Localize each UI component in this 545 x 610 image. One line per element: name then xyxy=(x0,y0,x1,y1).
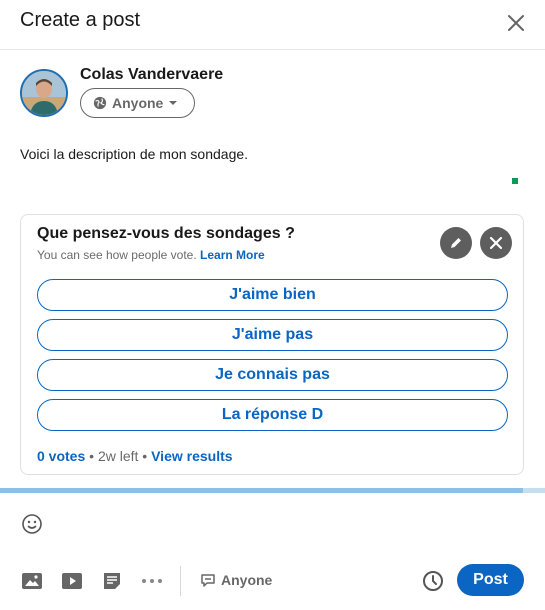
poll-subtitle: You can see how people vote. Learn More xyxy=(37,248,265,262)
more-options-button[interactable] xyxy=(140,569,164,593)
modal-title: Create a post xyxy=(20,9,141,31)
poll-option[interactable]: Je connais pas xyxy=(37,359,508,391)
view-results-link[interactable]: View results xyxy=(151,448,232,464)
poll-option[interactable]: J'aime pas xyxy=(37,319,508,351)
globe-icon xyxy=(93,96,107,110)
edit-poll-button[interactable] xyxy=(440,227,472,259)
image-icon xyxy=(22,573,42,589)
add-document-button[interactable] xyxy=(100,569,124,593)
close-button[interactable] xyxy=(500,7,532,39)
poll-card: Que pensez-vous des sondages ? You can s… xyxy=(20,214,524,475)
post-button[interactable]: Post xyxy=(457,564,524,596)
add-video-button[interactable] xyxy=(60,569,84,593)
x-icon xyxy=(489,236,503,250)
visibility-selector[interactable]: Anyone xyxy=(80,88,195,118)
clock-icon xyxy=(423,571,443,591)
schedule-button[interactable] xyxy=(420,568,446,594)
separator-dot: • xyxy=(142,448,152,464)
more-icon xyxy=(142,579,162,583)
avatar-photo xyxy=(22,71,66,115)
poll-question: Que pensez-vous des sondages ? xyxy=(37,225,295,242)
status-indicator xyxy=(512,178,518,184)
close-icon xyxy=(508,15,524,31)
add-photo-button[interactable] xyxy=(20,569,44,593)
time-left: 2w left xyxy=(97,448,139,464)
modal-header: Create a post xyxy=(0,0,545,50)
progress-bar-fill xyxy=(0,488,524,493)
poll-option[interactable]: J'aime bien xyxy=(37,279,508,311)
poll-option[interactable]: La réponse D xyxy=(37,399,508,431)
comment-control-label: Anyone xyxy=(221,572,273,588)
vote-count[interactable]: 0 votes xyxy=(37,448,85,464)
progress-bar xyxy=(0,488,545,493)
comment-control-button[interactable]: Anyone xyxy=(200,572,272,588)
toolbar-divider xyxy=(180,566,181,596)
remove-poll-button[interactable] xyxy=(480,227,512,259)
speech-bubble-icon xyxy=(201,574,215,587)
poll-footer: 0 votes • 2w left • View results xyxy=(37,448,233,464)
post-text[interactable]: Voici la description de mon sondage. xyxy=(20,146,248,162)
author-name: Colas Vandervaere xyxy=(80,66,224,83)
separator-dot: • xyxy=(89,448,98,464)
learn-more-link[interactable]: Learn More xyxy=(200,248,265,262)
video-icon xyxy=(62,573,82,589)
emoji-button[interactable] xyxy=(21,513,43,535)
visibility-label: Anyone xyxy=(112,95,164,111)
smiley-icon xyxy=(22,514,42,534)
poll-subtitle-text: You can see how people vote. xyxy=(37,248,197,262)
caret-down-icon xyxy=(169,101,178,105)
document-icon xyxy=(104,573,120,589)
pencil-icon xyxy=(451,238,461,248)
avatar[interactable] xyxy=(20,69,68,117)
